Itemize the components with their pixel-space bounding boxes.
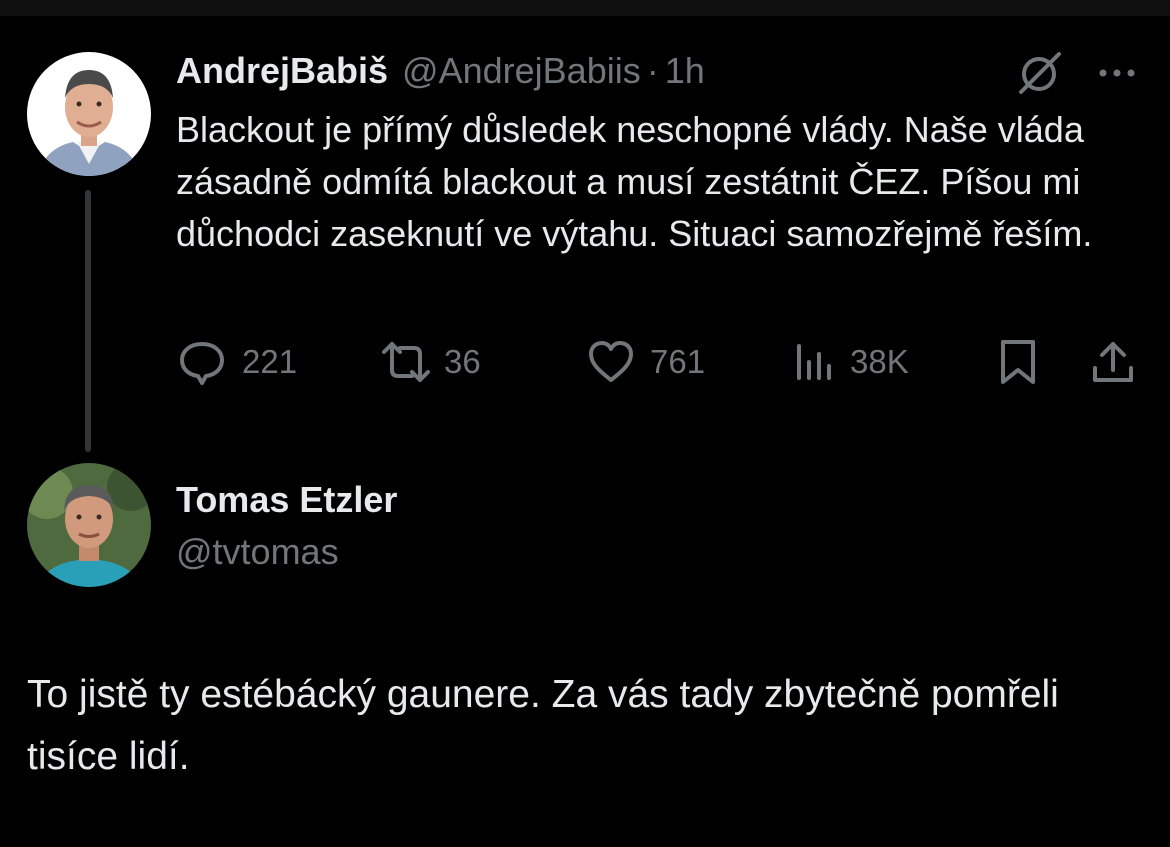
tweet-timestamp[interactable]: 1h [665,50,705,92]
tweet-text: Blackout je přímý důsledek neschopné vlá… [176,109,1093,254]
avatar-andrejbabis[interactable] [27,52,151,176]
bookmark-icon [996,336,1040,388]
views-button[interactable]: 38K [792,336,909,388]
author-name[interactable]: AndrejBabiš [176,50,388,92]
thread-connector-line [85,190,91,452]
reply-icon [176,336,228,388]
header-separator: · [646,50,659,91]
more-icon[interactable] [1095,58,1139,88]
repost-count: 36 [444,343,481,380]
share-icon [1088,336,1138,388]
avatar-tomasetzler[interactable] [27,463,151,587]
author-handle[interactable]: @AndrejBabiis [402,50,641,92]
tweet-actions: 221 36 761 38K [176,336,1140,388]
like-button[interactable]: 761 [586,336,705,388]
heart-icon [586,336,636,388]
reply-count: 221 [242,343,298,380]
views-count: 38K [850,343,909,380]
repost-icon [378,336,434,388]
share-button[interactable] [1088,336,1138,388]
status-bar [0,0,1170,16]
views-icon [792,336,836,388]
bookmark-button[interactable] [996,336,1040,388]
reply-text: To jistě ty estébácký gaunere. Za vás ta… [27,673,1059,778]
reply-author-name[interactable]: Tomas Etzler [176,479,397,521]
repost-button[interactable]: 36 [378,336,481,388]
reply-author-handle[interactable]: @tvtomas [176,531,339,573]
grok-icon[interactable] [1015,50,1063,98]
like-count: 761 [650,343,706,380]
reply-button[interactable]: 221 [176,336,297,388]
tweet-header: AndrejBabiš @AndrejBabiis · 1h [176,50,705,94]
